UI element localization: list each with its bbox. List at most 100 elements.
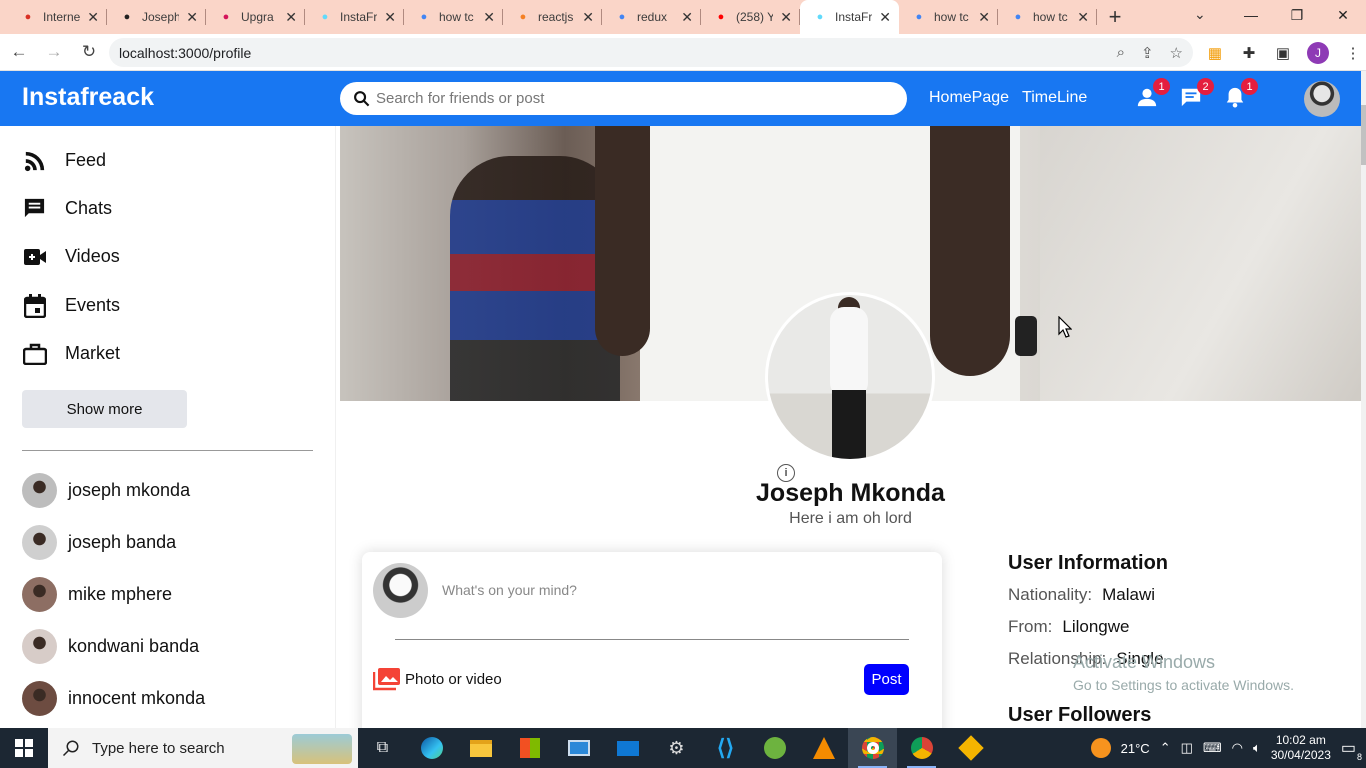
sidebar-item-feed[interactable]: Feed (22, 148, 106, 173)
close-tab-icon[interactable]: ✕ (384, 9, 396, 26)
page-scrollbar[interactable] (1361, 71, 1366, 728)
friend-name: joseph mkonda (68, 480, 191, 500)
remote-desktop-icon[interactable] (554, 728, 603, 768)
sidebar-item-label: Videos (65, 246, 120, 266)
browser-tab[interactable]: ● (258) Y ✕ (701, 0, 800, 34)
edge-icon[interactable] (407, 728, 456, 768)
extension-icon[interactable]: ▦ (1205, 43, 1225, 63)
show-more-button[interactable]: Show more (22, 390, 187, 428)
clock[interactable]: 10:02 am 30/04/2023 (1271, 733, 1331, 763)
browser-tab[interactable]: ● how tc ✕ (899, 0, 998, 34)
photo-video-option[interactable]: Photo or video (373, 667, 502, 691)
close-tab-icon[interactable]: ✕ (1077, 9, 1089, 26)
mail-icon[interactable] (603, 728, 652, 768)
minimize-button[interactable]: — (1228, 0, 1274, 30)
cover-arm-right (930, 126, 1010, 376)
friend-item[interactable]: kondwani banda (22, 629, 199, 664)
menu-kebab-icon[interactable]: ⋮ (1343, 43, 1363, 63)
friend-avatar (22, 473, 57, 508)
friend-item[interactable]: joseph banda (22, 525, 176, 560)
side-panel-icon[interactable]: ▣ (1273, 43, 1293, 63)
address-bar[interactable]: i localhost:3000/profile ⌕ ⇪ ☆ (109, 38, 1193, 482)
temperature[interactable]: 21°C (1121, 741, 1150, 756)
close-window-button[interactable]: ✕ (1320, 0, 1366, 30)
vlc-icon[interactable] (799, 728, 848, 768)
close-tab-icon[interactable]: ✕ (978, 9, 990, 26)
close-tab-icon[interactable]: ✕ (681, 9, 693, 26)
volume-icon[interactable]: 🔈︎ (1253, 740, 1261, 756)
restore-button[interactable]: ❐ (1274, 0, 1320, 30)
vscode-icon[interactable]: ⟨⟩ (701, 728, 750, 768)
task-view-icon[interactable]: ⧉ (358, 728, 407, 768)
browser-tab[interactable]: ● Interne ✕ (8, 0, 107, 34)
share-icon[interactable]: ⇪ (1141, 44, 1154, 62)
file-explorer-icon[interactable] (456, 728, 505, 768)
close-tab-icon[interactable]: ✕ (186, 9, 198, 26)
sidebar-item-videos[interactable]: Videos (22, 244, 120, 269)
git-icon[interactable] (946, 728, 995, 768)
chrome-icon[interactable] (897, 728, 946, 768)
forward-button[interactable]: → (38, 36, 70, 68)
network-icon[interactable]: ◠ (1232, 740, 1243, 756)
friend-item[interactable]: mike mphere (22, 577, 172, 612)
messages-button[interactable]: 2 (1180, 78, 1214, 110)
app-logo[interactable]: Instafreack (22, 83, 154, 112)
chrome-icon-active[interactable] (848, 728, 897, 768)
close-tab-icon[interactable]: ✕ (879, 9, 891, 26)
bookmark-star-icon[interactable]: ☆ (1170, 44, 1183, 62)
weather-icon[interactable] (1090, 738, 1111, 758)
close-tab-icon[interactable]: ✕ (582, 9, 594, 26)
profile-avatar-button[interactable]: J (1307, 42, 1329, 64)
sidebar-item-events[interactable]: Events (22, 293, 120, 318)
browser-tab[interactable]: ● reactjs ✕ (503, 0, 602, 34)
info-value: Malawi (1102, 585, 1156, 604)
homepage-link[interactable]: HomePage (929, 89, 1009, 107)
tab-label: Interne (43, 10, 81, 24)
friend-requests-button[interactable]: 1 (1136, 78, 1170, 110)
friend-item[interactable]: joseph mkonda (22, 473, 190, 508)
store-icon[interactable] (505, 728, 554, 768)
notifications-button[interactable]: 1 (1224, 78, 1258, 110)
tab-label: how tc (934, 10, 969, 24)
friend-avatar (22, 681, 57, 716)
chevron-up-icon[interactable]: ⌃ (1160, 740, 1171, 756)
close-tab-icon[interactable]: ✕ (87, 9, 99, 26)
friend-item[interactable]: innocent mkonda (22, 681, 205, 716)
new-tab-button[interactable]: + (1097, 0, 1133, 34)
close-tab-icon[interactable]: ✕ (483, 9, 495, 26)
search-input[interactable] (376, 90, 876, 107)
browser-tab[interactable]: ● InstaFr ✕ (305, 0, 404, 34)
zoom-icon[interactable]: ⌕ (1117, 44, 1125, 62)
sidebar-item-market[interactable]: Market (22, 341, 120, 366)
back-button[interactable]: ← (3, 36, 35, 68)
tools-icon[interactable]: ⚙ (652, 728, 701, 768)
post-input[interactable] (442, 582, 902, 598)
start-button[interactable] (0, 728, 48, 768)
tab-search-icon[interactable]: ⌄ (1194, 6, 1206, 23)
close-tab-icon[interactable]: ✕ (285, 9, 297, 26)
timeline-link[interactable]: TimeLine (1022, 89, 1087, 107)
reload-button[interactable]: ↻ (73, 36, 105, 68)
close-tab-icon[interactable]: ✕ (780, 9, 792, 26)
user-avatar[interactable] (1304, 81, 1340, 117)
scrollbar-thumb[interactable] (1361, 105, 1366, 165)
post-button[interactable]: Post (864, 664, 909, 695)
upgrade-icon: ● (222, 11, 230, 23)
ime-icon[interactable]: ⌨ (1203, 740, 1222, 756)
taskbar-search[interactable]: Type here to search (48, 728, 358, 768)
share-avatar (373, 563, 428, 618)
puzzle-icon[interactable]: ✚ (1239, 43, 1259, 63)
browser-tab[interactable]: ● Upgra ✕ (206, 0, 305, 34)
browser-tab[interactable]: ● redux ✕ (602, 0, 701, 34)
sidebar-item-chats[interactable]: Chats (22, 196, 112, 221)
profile-picture[interactable] (765, 292, 935, 462)
notification-center-icon[interactable]: ▭ 8 (1341, 738, 1362, 762)
browser-tab[interactable]: ● Joseph ✕ (107, 0, 206, 34)
stackoverflow-icon: ● (519, 11, 527, 23)
spring-icon[interactable] (750, 728, 799, 768)
briefcase-icon (22, 341, 47, 366)
browser-tab[interactable]: ● how tc ✕ (404, 0, 503, 34)
browser-tab[interactable]: ● InstaFr ✕ (800, 0, 899, 34)
browser-tab[interactable]: ● how tc ✕ (998, 0, 1097, 34)
meet-now-icon[interactable]: ◫ (1181, 740, 1193, 756)
